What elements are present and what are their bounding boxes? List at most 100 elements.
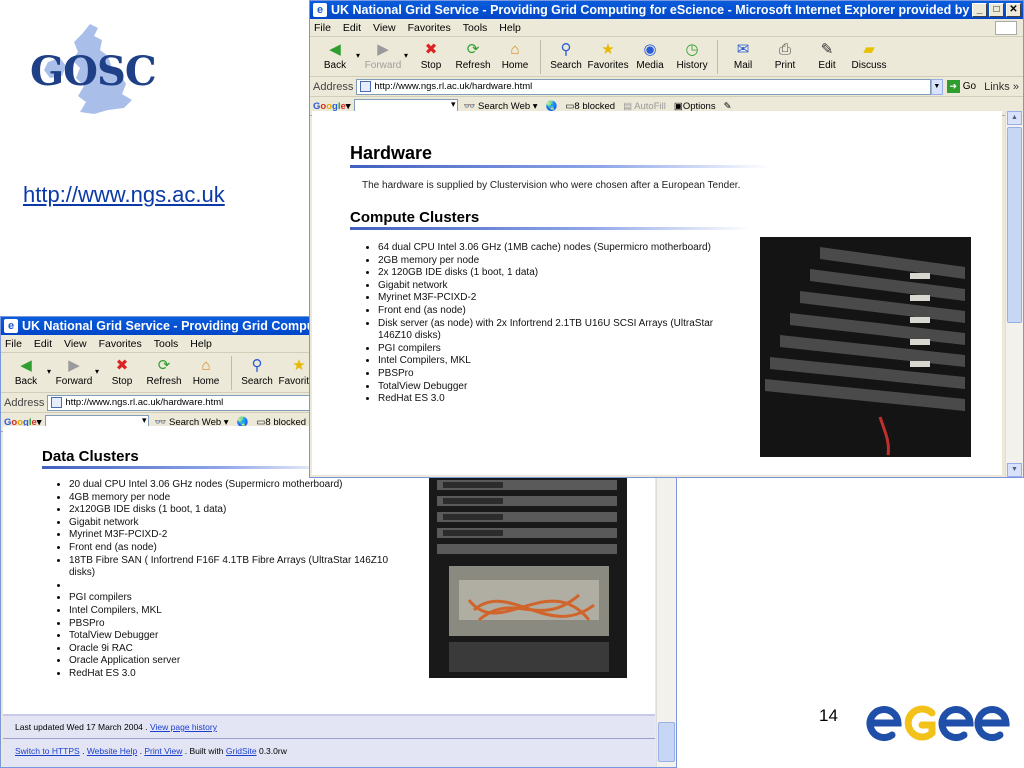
menu-item-help[interactable]: Help — [190, 338, 212, 350]
search-button[interactable]: ⚲ Search — [545, 37, 587, 71]
menu-item-help[interactable]: Help — [499, 22, 521, 34]
toolbar-button-label: Search — [550, 60, 582, 71]
stop-button[interactable]: ✖ Stop — [101, 353, 143, 387]
print-view-link[interactable]: Print View — [144, 746, 182, 756]
edit-button[interactable]: ✎ Edit — [806, 37, 848, 71]
refresh-button[interactable]: ⟳ Refresh — [452, 37, 494, 71]
stop-icon: ✖ — [424, 41, 438, 58]
links-button[interactable]: Links » — [984, 81, 1019, 93]
popup-blocker-button[interactable]: ▭8 blocked — [565, 101, 615, 112]
ngs-website-link[interactable]: http://www.ngs.ac.uk — [23, 182, 225, 208]
forward-button[interactable]: ▶ Forward — [53, 353, 95, 387]
dropdown-arrow-icon[interactable]: ▾ — [356, 51, 360, 60]
mail-icon: ✉ — [736, 41, 750, 58]
search-web-button[interactable]: 👓 Search Web ▾ — [464, 101, 538, 112]
spec-list-item: Disk server (as node) with 2x Infortrend… — [378, 318, 748, 343]
favorites-button[interactable]: ★ Favorites — [587, 37, 629, 71]
go-arrow-icon: ➔ — [946, 80, 960, 93]
built-with-text: . Built with — [182, 746, 226, 756]
spec-list-item: Intel Compilers, MKL — [69, 605, 409, 618]
spec-list-item: 2x 120GB IDE disks (1 boot, 1 data) — [378, 267, 748, 280]
vertical-scrollbar[interactable]: ▲ ▼ — [1005, 111, 1023, 477]
search-icon: ⚲ — [251, 357, 263, 374]
google-button[interactable]: Google▾ — [313, 101, 351, 112]
autofill-button[interactable]: ▤ AutoFill — [623, 101, 666, 112]
spec-list-item: 18TB Fibre SAN ( Infortrend F16F 4.1TB F… — [69, 555, 409, 580]
footer-separator: . — [79, 746, 87, 756]
compute-clusters-heading: Compute Clusters — [350, 209, 480, 226]
heading-rule — [350, 165, 770, 168]
home-button[interactable]: ⌂ Home — [494, 37, 536, 72]
address-label: Address — [4, 396, 45, 409]
home-button[interactable]: ⌂ Home — [185, 353, 227, 388]
menu-item-edit[interactable]: Edit — [34, 338, 52, 350]
go-button[interactable]: ➔ Go — [946, 80, 976, 93]
dropdown-arrow-icon[interactable]: ▾ — [404, 51, 408, 60]
toolbar-separator — [717, 40, 719, 74]
toolbar-button-label: Refresh — [146, 376, 182, 387]
toolbar-button-label: Refresh — [455, 60, 491, 71]
stop-button[interactable]: ✖ Stop — [410, 37, 452, 71]
dropdown-arrow-icon[interactable]: ▾ — [95, 367, 99, 376]
forward-arrow-icon: ▶ — [68, 357, 80, 374]
scrollbar-thumb[interactable] — [658, 722, 675, 762]
spec-list-item — [69, 580, 409, 593]
menu-item-edit[interactable]: Edit — [343, 22, 361, 34]
hardware-heading: Hardware — [350, 143, 433, 163]
spec-list-item: PBSPro — [378, 368, 748, 381]
gridsite-link[interactable]: GridSite — [226, 746, 257, 756]
print-icon: ⎙ — [779, 40, 792, 58]
ie-logo-icon: e — [4, 319, 18, 333]
menu-item-file[interactable]: File — [5, 338, 22, 350]
back-button[interactable]: ◀ Back — [314, 37, 356, 71]
back-arrow-icon: ◀ — [20, 357, 32, 374]
menu-item-view[interactable]: View — [64, 338, 87, 350]
menu-item-tools[interactable]: Tools — [463, 22, 488, 34]
spec-list-item: Oracle 9i RAC — [69, 643, 409, 656]
address-bar: Address http://www.ngs.rl.ac.uk/hardware… — [310, 77, 1023, 97]
media-button[interactable]: ◉ Media — [629, 37, 671, 71]
options-button[interactable]: ▣Options — [674, 101, 716, 112]
minimize-button[interactable]: _ — [972, 3, 987, 17]
spec-list-item: Front end (as node) — [69, 542, 409, 555]
pagerank-icon[interactable]: 🌏 — [546, 101, 558, 112]
address-input[interactable]: http://www.ngs.rl.ac.uk/hardware.html — [356, 78, 931, 95]
view-page-history-link[interactable]: View page history — [150, 722, 217, 732]
spec-list-item: Myrinet M3F-PCIXD-2 — [378, 292, 748, 305]
toolbar-separator — [231, 356, 233, 390]
print-button[interactable]: ⎙ Print — [764, 37, 806, 72]
maximize-button[interactable]: □ — [989, 3, 1004, 17]
discuss-button[interactable]: ▰ Discuss — [848, 37, 890, 71]
mail-button[interactable]: ✉ Mail — [722, 37, 764, 71]
toolbar-button-label: History — [676, 60, 708, 71]
close-button[interactable]: ✕ — [1006, 3, 1021, 17]
menu-item-file[interactable]: File — [314, 22, 331, 34]
server-rack-image — [760, 237, 971, 457]
history-button[interactable]: ◷ History — [671, 37, 713, 71]
stop-icon: ✖ — [115, 357, 129, 374]
scrollbar-thumb[interactable] — [1007, 127, 1022, 323]
spec-list-item: Intel Compilers, MKL — [378, 355, 748, 368]
website-help-link[interactable]: Website Help — [87, 746, 137, 756]
switch-to-https-link[interactable]: Switch to HTTPS — [15, 746, 80, 756]
menu-item-favorites[interactable]: Favorites — [408, 22, 451, 34]
storage-rack-photo — [429, 470, 627, 678]
refresh-button[interactable]: ⟳ Refresh — [143, 353, 185, 387]
address-dropdown-button[interactable]: ▼ — [930, 78, 943, 95]
dropdown-arrow-icon[interactable]: ▾ — [47, 367, 51, 376]
search-button[interactable]: ⚲ Search — [236, 353, 278, 387]
toolbar-button-label: Edit — [818, 60, 836, 71]
spec-list-item: 20 dual CPU Intel 3.06 GHz nodes (Superm… — [69, 479, 409, 492]
menu-item-view[interactable]: View — [373, 22, 396, 34]
toolbar-button-label: Media — [636, 60, 664, 71]
menu-item-favorites[interactable]: Favorites — [99, 338, 142, 350]
forward-button[interactable]: ▶ Forward — [362, 37, 404, 71]
toolbar-button-label: Back — [14, 376, 38, 387]
window-titlebar[interactable]: e UK National Grid Service - Providing G… — [310, 1, 1023, 19]
highlight-icon[interactable]: ✎ — [724, 101, 732, 112]
spec-list-item: 2GB memory per node — [378, 255, 748, 268]
back-button[interactable]: ◀ Back — [5, 353, 47, 387]
menu-item-tools[interactable]: Tools — [154, 338, 179, 350]
scroll-down-arrow[interactable]: ▼ — [1007, 463, 1022, 477]
scroll-up-arrow[interactable]: ▲ — [1007, 111, 1022, 125]
